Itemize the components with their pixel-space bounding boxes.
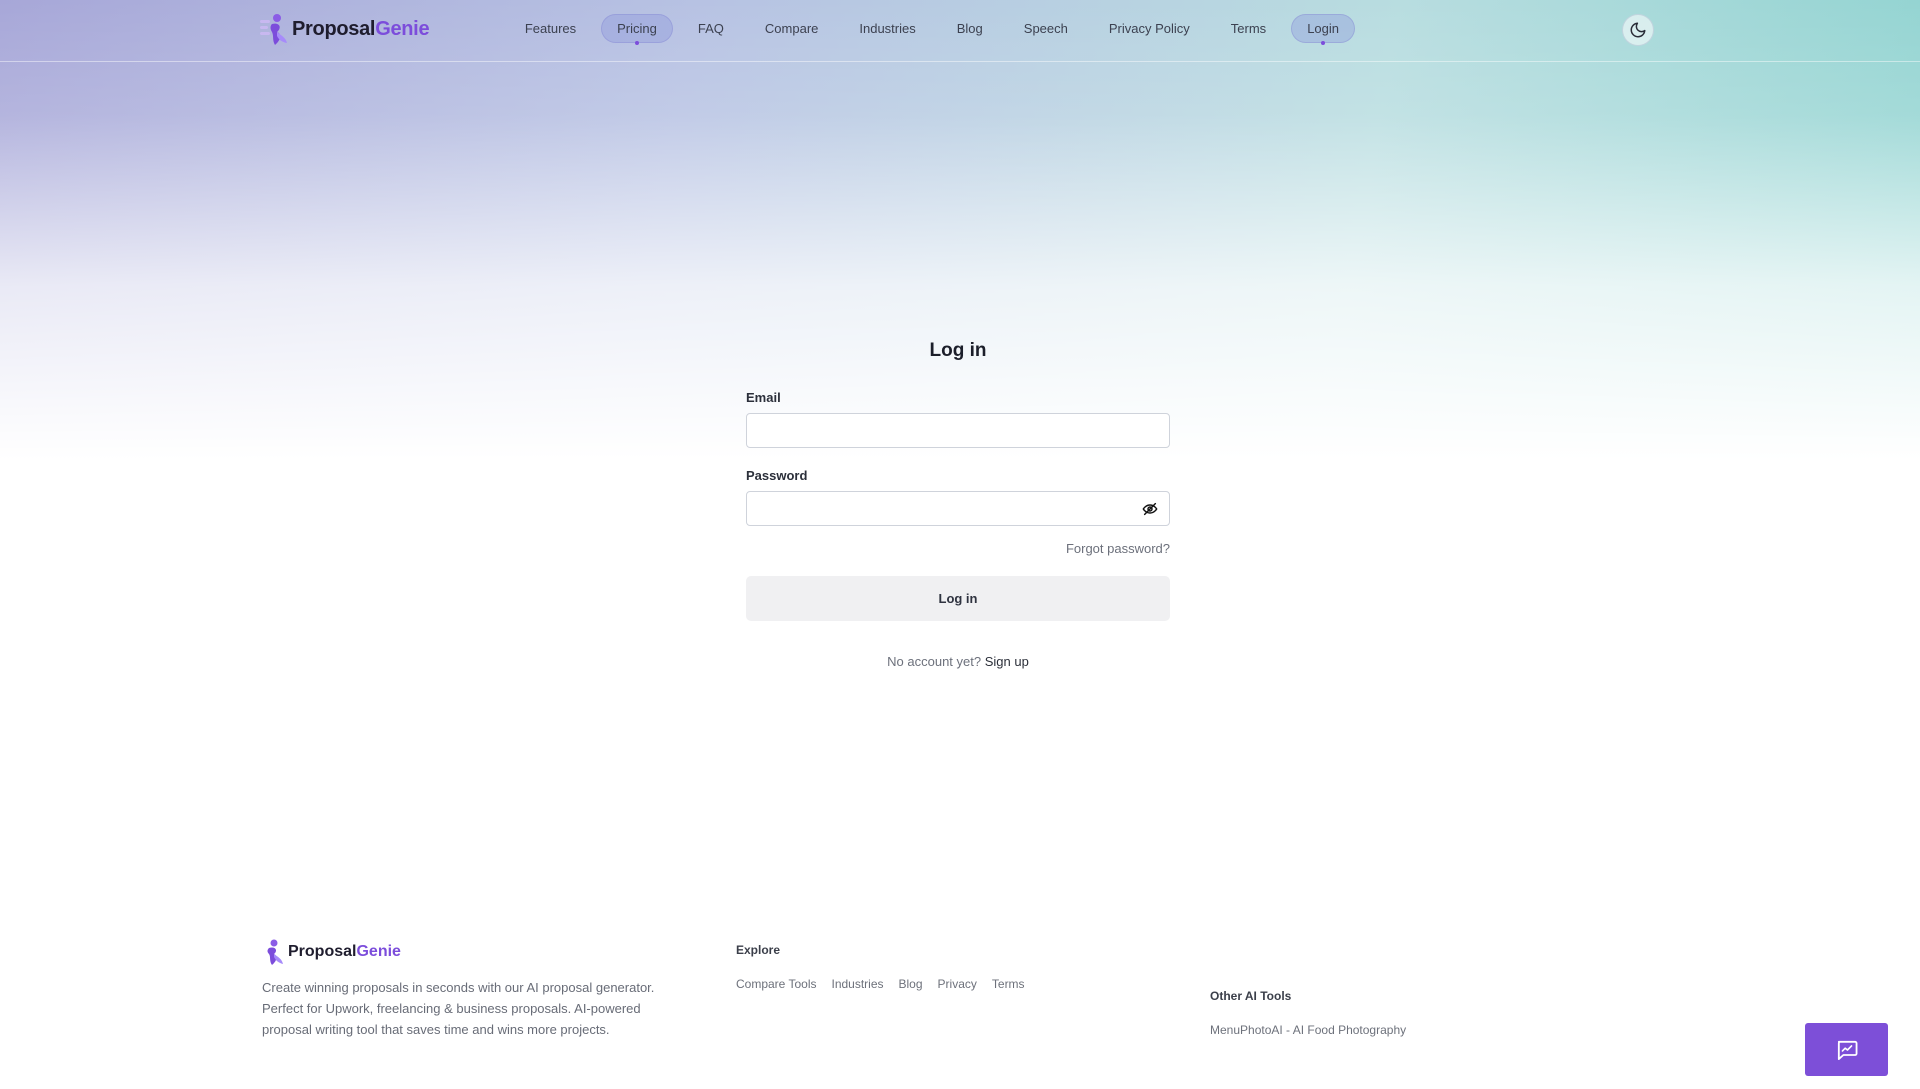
nav-pricing[interactable]: Pricing bbox=[601, 14, 673, 45]
footer-link-privacy[interactable]: Privacy bbox=[938, 977, 977, 991]
login-form: Log in Email Password Forgot password? L… bbox=[746, 340, 1170, 669]
nav-terms[interactable]: Terms bbox=[1215, 14, 1282, 43]
nav-features[interactable]: Features bbox=[509, 14, 592, 43]
main-nav: Features Pricing FAQ Compare Industries … bbox=[500, 14, 1355, 45]
footer-link-menuphotoai[interactable]: MenuPhotoAI - AI Food Photography bbox=[1210, 1023, 1406, 1037]
footer-brand-link[interactable]: ProposalGenie bbox=[262, 938, 401, 966]
footer-explore-links: Compare Tools Industries Blog Privacy Te… bbox=[736, 977, 1025, 991]
genie-logo-icon bbox=[260, 14, 287, 45]
nav-speech[interactable]: Speech bbox=[1008, 14, 1084, 43]
chat-message-icon bbox=[1837, 1040, 1857, 1060]
footer-explore-title: Explore bbox=[736, 943, 781, 957]
forgot-password-row: Forgot password? bbox=[746, 540, 1170, 558]
signup-link[interactable]: Sign up bbox=[985, 654, 1029, 669]
nav-industries[interactable]: Industries bbox=[843, 14, 931, 43]
password-label: Password bbox=[746, 468, 808, 483]
footer-description: Create winning proposals in seconds with… bbox=[262, 980, 655, 1037]
footer-link-terms[interactable]: Terms bbox=[992, 977, 1025, 991]
nav-compare[interactable]: Compare bbox=[749, 14, 834, 43]
top-navbar: ProposalGenie Features Pricing FAQ Compa… bbox=[0, 0, 1920, 62]
footer-link-compare-tools[interactable]: Compare Tools bbox=[736, 977, 816, 991]
no-account-text: No account yet? bbox=[887, 654, 982, 669]
email-input[interactable] bbox=[746, 413, 1170, 448]
brand-name: ProposalGenie bbox=[292, 17, 430, 40]
brand-home-link[interactable]: ProposalGenie bbox=[260, 12, 430, 46]
footer-brand-name: ProposalGenie bbox=[288, 943, 401, 960]
password-field-wrapper bbox=[746, 491, 1170, 526]
genie-logo-icon bbox=[267, 939, 283, 965]
nav-privacy-policy[interactable]: Privacy Policy bbox=[1093, 14, 1206, 43]
signup-prompt: No account yet? Sign up bbox=[746, 654, 1170, 669]
chat-button[interactable] bbox=[1805, 1023, 1888, 1076]
theme-toggle-button[interactable] bbox=[1622, 14, 1654, 46]
login-submit-button[interactable]: Log in bbox=[746, 576, 1170, 621]
footer-link-blog[interactable]: Blog bbox=[899, 977, 923, 991]
email-label: Email bbox=[746, 390, 781, 405]
nav-blog[interactable]: Blog bbox=[941, 14, 999, 43]
footer-link-industries[interactable]: Industries bbox=[831, 977, 883, 991]
password-input[interactable] bbox=[746, 491, 1170, 526]
forgot-password-link[interactable]: Forgot password? bbox=[1066, 541, 1170, 556]
email-field-wrapper bbox=[746, 413, 1170, 448]
nav-login[interactable]: Login bbox=[1291, 14, 1355, 45]
page-title: Log in bbox=[929, 340, 987, 361]
footer-other-tools-title: Other AI Tools bbox=[1210, 989, 1292, 1003]
nav-faq[interactable]: FAQ bbox=[682, 14, 740, 43]
footer-other-tools-links: MenuPhotoAI - AI Food Photography bbox=[1210, 1023, 1406, 1037]
moon-icon bbox=[1630, 22, 1646, 38]
eye-off-icon[interactable] bbox=[1142, 501, 1158, 517]
